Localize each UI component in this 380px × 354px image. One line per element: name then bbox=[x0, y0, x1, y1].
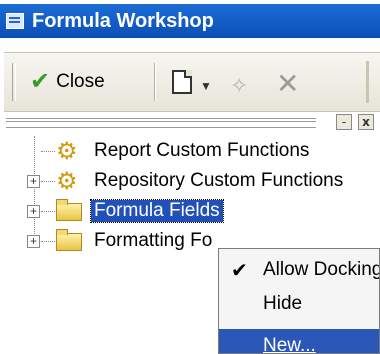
tree-connector bbox=[41, 211, 55, 212]
toolbar-edge bbox=[366, 61, 369, 103]
tree-item-label: Formula Fields bbox=[90, 199, 224, 223]
context-menu: ✔ Allow Docking Hide New... bbox=[218, 248, 380, 354]
expand-button[interactable]: + bbox=[27, 235, 40, 248]
tree-item-label: Formatting Fo bbox=[94, 230, 213, 251]
menu-item-allow-docking[interactable]: ✔ Allow Docking bbox=[219, 253, 380, 287]
gear-icon: ⚙ bbox=[56, 137, 78, 165]
folder-icon bbox=[56, 229, 82, 251]
menu-item-new[interactable]: New... bbox=[219, 329, 379, 354]
close-label: Close bbox=[56, 71, 105, 92]
check-icon: ✔ bbox=[231, 259, 248, 282]
panel-grip[interactable] bbox=[6, 118, 316, 128]
tree-connector bbox=[41, 151, 55, 152]
menu-item-hide[interactable]: Hide bbox=[219, 287, 379, 321]
gear-icon: ⚙ bbox=[56, 167, 78, 195]
menu-item-label: New... bbox=[263, 335, 316, 354]
app-icon bbox=[6, 13, 24, 29]
panel-header: - x bbox=[6, 114, 380, 134]
panel-close-button[interactable]: x bbox=[358, 114, 374, 130]
window-title: Formula Workshop bbox=[32, 9, 214, 32]
new-document-icon[interactable] bbox=[172, 70, 192, 94]
check-icon: ✔ bbox=[30, 67, 51, 95]
title-bar[interactable]: Formula Workshop bbox=[0, 4, 380, 38]
tree-connector bbox=[41, 241, 55, 242]
pin-button[interactable]: - bbox=[336, 114, 352, 130]
tree-item-label: Report Custom Functions bbox=[94, 140, 310, 161]
expand-button[interactable]: + bbox=[27, 175, 40, 188]
folder-icon bbox=[56, 199, 82, 221]
delete-icon[interactable]: ✕ bbox=[276, 66, 299, 100]
toolbar-separator bbox=[154, 63, 156, 101]
menu-item-label: Hide bbox=[263, 293, 303, 314]
tree-item[interactable]: ⚙ Report Custom Functions bbox=[0, 136, 380, 166]
menu-item-label: Allow Docking bbox=[263, 259, 380, 280]
expand-button[interactable]: + bbox=[27, 205, 40, 218]
tree-item[interactable]: + ⚙ Repository Custom Functions bbox=[0, 166, 380, 196]
wand-icon[interactable]: ✧ bbox=[230, 69, 248, 103]
tree-item[interactable]: + Formula Fields bbox=[0, 196, 380, 226]
toolbar-grip[interactable] bbox=[12, 63, 16, 101]
tree-item-label: Repository Custom Functions bbox=[94, 170, 344, 191]
dropdown-arrow-icon[interactable]: ▼ bbox=[200, 69, 212, 103]
close-button[interactable]: ✔ Close bbox=[30, 65, 105, 99]
tree-connector bbox=[41, 181, 55, 182]
toolbar: ✔ Close ▼ ✧ ✕ bbox=[4, 52, 380, 112]
